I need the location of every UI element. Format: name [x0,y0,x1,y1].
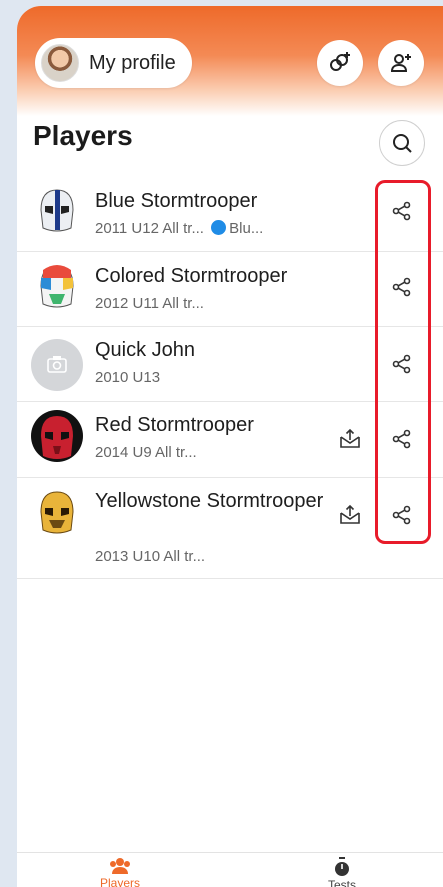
search-icon [393,134,412,153]
player-avatar [31,260,83,312]
profile-label: My profile [89,51,176,74]
player-name: Colored Stormtrooper [95,265,288,287]
nav-label-tests: Tests [328,878,357,887]
user-avatar [41,44,79,82]
player-meta: 2013 U10 All tr... [95,548,206,565]
player-meta: 2011 U12 All tr... Blu... [95,220,263,237]
share-buttons-highlight [375,180,431,544]
search-button[interactable] [379,120,425,166]
player-meta: 2014 U9 All tr... [95,444,197,461]
export-button[interactable] [337,426,363,452]
player-avatar [31,184,83,236]
bottom-navigation: Players Tests [17,852,443,887]
team-color-dot [211,220,227,235]
page-title: Players [33,120,133,151]
my-profile-button[interactable]: My profile [35,38,192,88]
nav-tab-players[interactable]: Players [100,857,140,887]
add-connection-button[interactable] [317,40,363,86]
group-icon [110,858,130,874]
nav-tab-tests[interactable]: Tests [328,857,356,887]
link-add-icon [330,52,350,71]
upload-icon [340,504,360,524]
add-player-button[interactable] [378,40,424,86]
player-avatar-placeholder [31,339,83,391]
player-meta: 2012 U11 All tr... [95,295,204,312]
player-avatar [31,486,83,538]
player-name: Red Stormtrooper [95,414,254,436]
camera-icon [47,356,67,373]
player-meta: 2010 U13 [95,369,161,386]
player-name: Quick John [95,339,196,361]
export-button[interactable] [337,502,363,528]
person-add-icon [390,54,411,72]
player-name: Yellowstone Stormtrooper [95,490,324,512]
upload-icon [340,428,360,448]
app-screen: My profile Players Blue Stormtrooper 201… [17,6,443,887]
player-meta-text: 2011 U12 All tr... [95,220,204,237]
team-label: Blu... [229,220,264,237]
player-avatar [31,410,83,462]
nav-label-players: Players [100,876,141,887]
player-name: Blue Stormtrooper [95,190,258,212]
stopwatch-icon [335,857,349,876]
